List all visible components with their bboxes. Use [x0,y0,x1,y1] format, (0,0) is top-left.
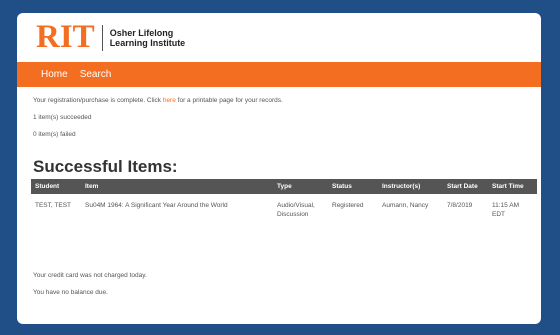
column-header-start-date: Start Date [447,183,478,190]
cell-status: Registered [332,202,364,209]
institute-line-2: Learning Institute [109,37,186,48]
main-nav: Home Search [17,62,541,87]
cell-start-date: 7/8/2019 [447,202,473,209]
successful-items-heading: Successful Items: [33,157,178,176]
table-row: TEST, TEST Su04M 1964: A Significant Yea… [31,194,537,219]
column-header-type: Type [277,183,292,190]
balance-message: You have no balance due. [33,289,108,296]
column-header-item: Item [85,183,99,190]
completion-prefix: Your registration/purchase is complete. … [33,97,163,104]
cell-start-time: 11:15 AM EDT [492,202,519,218]
succeeded-count: 1 item(s) succeeded [33,114,92,121]
page-frame: RIT Osher Lifelong Learning Institute Ho… [17,13,541,324]
nav-search-link[interactable]: Search [80,69,112,80]
rit-logo[interactable]: RIT [36,21,95,54]
logo-divider [101,24,103,51]
column-header-instructor: Instructor(s) [382,183,421,190]
main-content: Your registration/purchase is complete. … [17,87,541,219]
credit-card-message: Your credit card was not charged today. [33,272,147,279]
cell-item: Su04M 1964: A Significant Year Around th… [85,202,228,209]
column-header-student: Student [35,183,60,190]
cell-type: Audio/Visual, Discussion [277,202,315,218]
nav-home-link[interactable]: Home [41,69,68,80]
table-header-row: Student Item Type Status Instructor(s) S… [31,179,537,194]
printable-here-link[interactable]: here [163,97,176,104]
successful-items-table: Student Item Type Status Instructor(s) S… [31,179,537,219]
column-header-start-time: Start Time [492,183,524,190]
institute-name: Osher Lifelong Learning Institute [110,28,186,48]
column-header-status: Status [332,183,352,190]
payment-footer: Your credit card was not charged today. … [33,271,147,305]
cell-student: TEST, TEST [35,202,71,209]
failed-count: 0 item(s) failed [33,131,76,138]
completion-message: Your registration/purchase is complete. … [33,96,541,105]
cell-instructor: Aumann, Nancy [382,202,429,209]
completion-suffix: for a printable page for your records. [175,97,283,104]
institute-line-1: Osher Lifelong [109,27,174,38]
site-header: RIT Osher Lifelong Learning Institute [17,13,541,62]
